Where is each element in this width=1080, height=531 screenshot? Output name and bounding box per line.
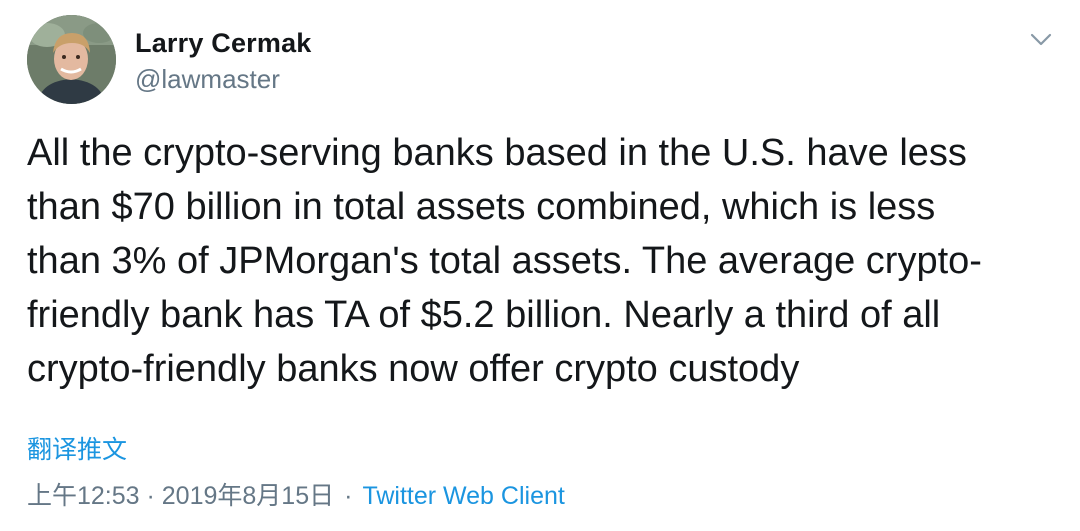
author-handle[interactable]: @lawmaster bbox=[135, 64, 280, 95]
tweet-text: All the crypto-serving banks based in th… bbox=[27, 132, 982, 390]
translate-tweet-link[interactable]: 翻译推文 bbox=[27, 430, 127, 466]
meta-separator: · bbox=[344, 482, 353, 510]
chevron-down-icon[interactable] bbox=[1024, 26, 1058, 54]
avatar[interactable] bbox=[27, 15, 116, 104]
tweet-source-link[interactable]: Twitter Web Client bbox=[362, 482, 564, 510]
tweet-card: Larry Cermak @lawmaster All the crypto-s… bbox=[0, 0, 1080, 531]
author-name[interactable]: Larry Cermak bbox=[135, 28, 312, 59]
tweet-meta: 上午12:53 · 2019年8月15日 · Twitter Web Client bbox=[27, 476, 565, 512]
avatar-image bbox=[27, 15, 116, 104]
tweet-timestamp[interactable]: 上午12:53 · 2019年8月15日 bbox=[27, 482, 334, 510]
